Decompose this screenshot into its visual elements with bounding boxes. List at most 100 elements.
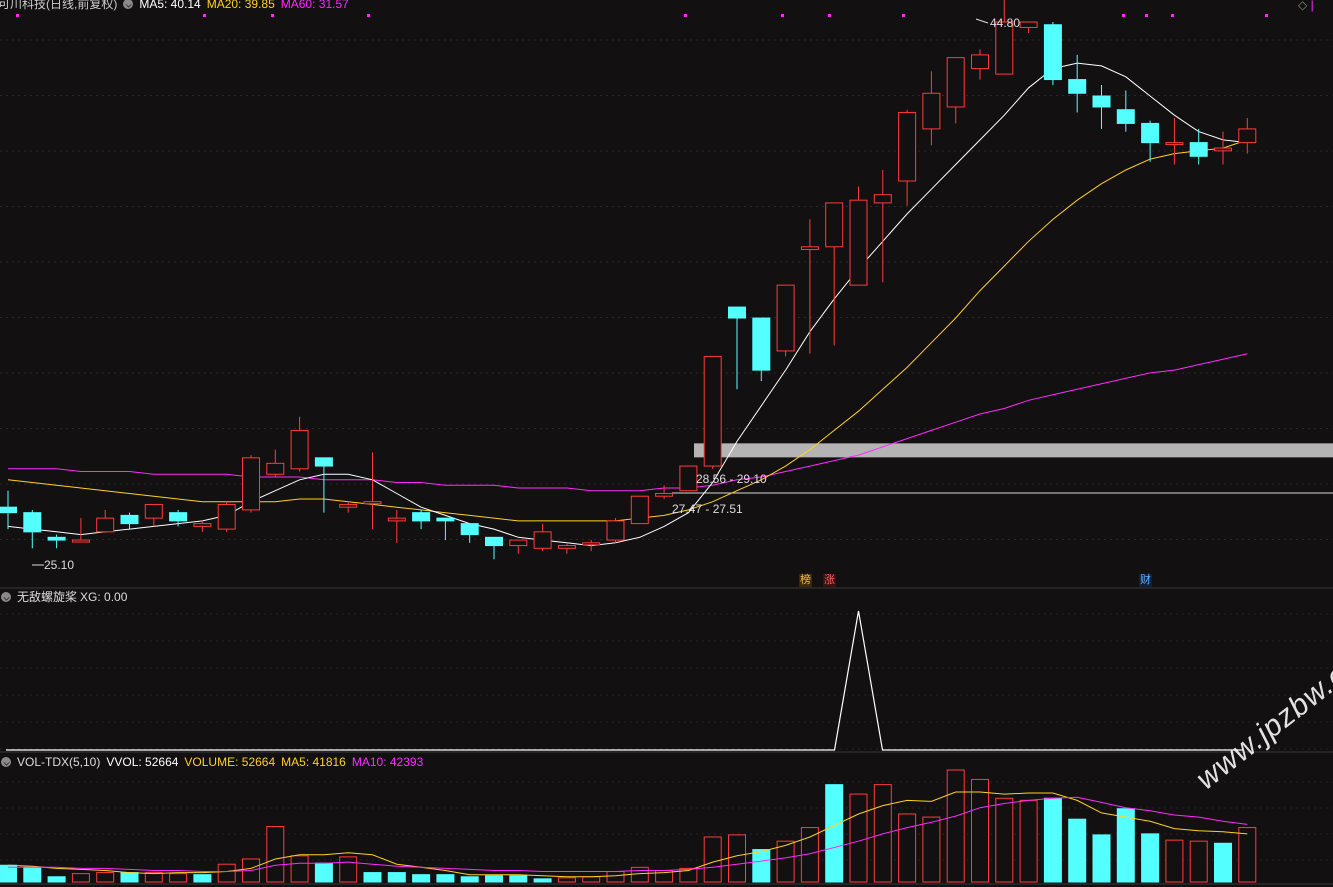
- volume-bar: [533, 878, 552, 883]
- indicator-name: 无敌螺旋桨: [17, 590, 78, 604]
- volume-bar: [314, 862, 333, 883]
- volume-dropdown-icon[interactable]: [1, 757, 11, 767]
- candle-body: [193, 523, 212, 527]
- candle-body: [1214, 147, 1232, 152]
- indicator-dropdown-icon[interactable]: [1, 592, 11, 602]
- indicator-header: 无敌螺旋桨 XG: 0.00: [1, 590, 133, 604]
- event-tag-cai[interactable]: 财: [1139, 574, 1152, 587]
- candle-body: [266, 462, 285, 475]
- volume-bar: [849, 793, 868, 883]
- candle-body: [339, 503, 358, 508]
- candle-body: [0, 506, 17, 514]
- ma20-line: [7, 139, 1248, 522]
- volume-bar: [217, 863, 236, 883]
- candle-body: [509, 539, 528, 547]
- ma60-value: MA60: 31.57: [280, 0, 349, 11]
- marker-dot: [1265, 14, 1268, 17]
- volume-bar: [387, 872, 406, 883]
- volume-bar: [873, 784, 892, 883]
- ma5-value: MA5: 40.14: [139, 0, 201, 11]
- volume-bar: [922, 816, 941, 883]
- zone-lower-label: 27.47 - 27.51: [672, 502, 743, 516]
- candle-body: [1116, 109, 1135, 124]
- volume-bar: [1141, 833, 1160, 883]
- indicator-xg: XG: 0.00: [80, 590, 128, 604]
- candle-body: [800, 246, 819, 251]
- candle-body: [387, 517, 406, 522]
- candle-body: [169, 512, 188, 522]
- volume-bar: [120, 872, 139, 883]
- settings-dropdown-icon[interactable]: [123, 0, 134, 9]
- candle-body: [436, 517, 455, 522]
- volume-bar: [1214, 842, 1232, 883]
- marker-dot: [781, 14, 784, 17]
- candle-body: [898, 111, 917, 182]
- marker-dot: [1122, 14, 1125, 17]
- candle-body: [1165, 142, 1184, 146]
- candle-body: [655, 492, 674, 497]
- volume-bar: [995, 797, 1014, 883]
- candle-body: [314, 457, 333, 467]
- event-tag-zhang[interactable]: 涨: [823, 574, 836, 587]
- candle-body: [728, 306, 746, 319]
- volume-bar: [485, 875, 503, 883]
- high-pointer: [975, 18, 989, 24]
- volume-bar: [728, 834, 746, 883]
- volume-bar: [509, 875, 528, 883]
- candle-body: [703, 355, 722, 467]
- volume-bar: [606, 871, 625, 883]
- vol-ma5-value: MA5: 41816: [281, 755, 346, 769]
- volume-bar: [1068, 818, 1087, 883]
- candle-body: [606, 520, 625, 541]
- volume-bar: [339, 856, 358, 883]
- volume-bar: [1189, 840, 1208, 883]
- volume-bar: [1019, 799, 1038, 883]
- candle-body: [71, 539, 90, 543]
- expand-diamond-icon[interactable]: ◇ |: [1298, 0, 1320, 12]
- candle-body: [946, 57, 965, 108]
- candle-body: [217, 503, 236, 530]
- candle-body: [582, 542, 601, 546]
- candle-body: [23, 512, 42, 533]
- vol-name: VOL-TDX(5,10): [17, 755, 101, 769]
- candle-body: [120, 514, 139, 525]
- event-tag-bang[interactable]: 榜: [799, 574, 812, 587]
- candle-body: [1141, 122, 1160, 144]
- candle-body: [825, 202, 844, 248]
- candle-body: [922, 92, 941, 130]
- zone-upper-label: 28.56 - 29.10: [696, 472, 767, 486]
- volume-bar: [23, 866, 42, 883]
- volume-bar: [290, 855, 309, 883]
- volume-bar: [412, 874, 431, 883]
- volume-bar: [582, 876, 601, 883]
- volume-bar: [1043, 797, 1062, 883]
- volume-bar: [193, 874, 212, 883]
- candle-body: [873, 194, 892, 204]
- volume-bar: [630, 866, 649, 883]
- marker-dot: [1171, 14, 1174, 17]
- volume-bar: [752, 849, 771, 883]
- volume-header: VOL-TDX(5,10) VVOL: 52664 VOLUME: 52664 MA5…: [1, 755, 429, 769]
- volume-bar: [1116, 808, 1135, 883]
- volume-bar: [703, 836, 722, 883]
- volume-bar: [898, 813, 917, 883]
- candle-body: [679, 465, 698, 492]
- volume-bar: [71, 873, 90, 883]
- volume-bar: [460, 876, 479, 883]
- ma20-value: MA20: 39.85: [206, 0, 275, 11]
- vvol-value: VVOL: 52664: [106, 755, 179, 769]
- marker-dot: [684, 14, 687, 17]
- stock-title: 可川科技(日线,前复权): [0, 0, 118, 11]
- volume-bar: [557, 877, 576, 883]
- candle-body: [533, 531, 552, 549]
- candle-body: [1189, 142, 1208, 157]
- volume-bar: [266, 826, 285, 883]
- chart-canvas[interactable]: [0, 0, 1333, 887]
- candle-body: [96, 517, 115, 533]
- candle-body: [1238, 128, 1257, 144]
- candle-body: [971, 54, 989, 70]
- candle-body: [485, 536, 503, 547]
- support-zone-upper: [694, 443, 1333, 458]
- candle-body: [1092, 95, 1111, 108]
- marker-dot: [271, 14, 274, 17]
